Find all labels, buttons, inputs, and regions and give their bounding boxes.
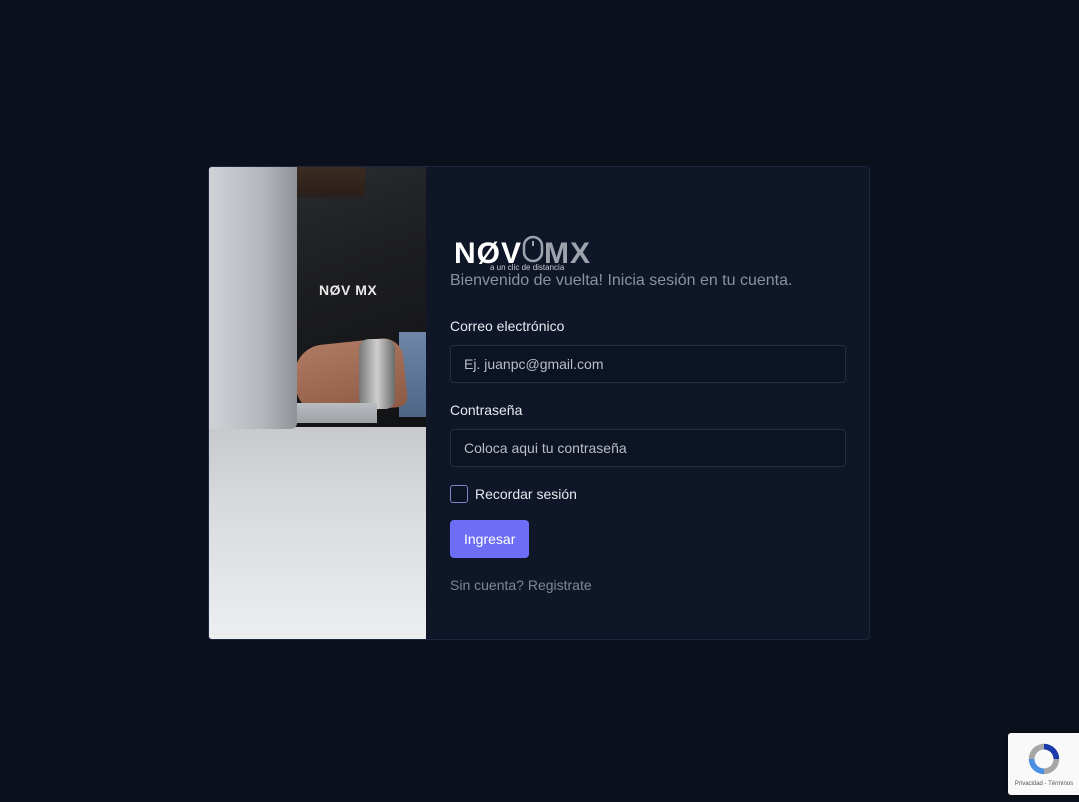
vest-logo: NØV MX (319, 282, 378, 298)
password-label: Contraseña (450, 402, 523, 418)
logo-tagline: a un clic de distancia (490, 263, 565, 272)
hero-photo: NØV MX (209, 167, 426, 639)
photo-desk (209, 429, 426, 639)
login-form: NØV MX a un clic de distancia Bienvenido… (426, 167, 869, 639)
remember-label[interactable]: Recordar sesión (475, 486, 577, 502)
password-field[interactable] (450, 429, 846, 467)
recaptcha-icon (1028, 743, 1060, 775)
photo-beard (285, 167, 365, 197)
register-link[interactable]: Sin cuenta? Registrate (450, 577, 846, 593)
photo-laptop (209, 167, 297, 429)
photo-keyboard (297, 403, 377, 423)
photo-watch (359, 339, 395, 409)
login-button[interactable]: Ingresar (450, 520, 530, 558)
email-field[interactable] (450, 345, 846, 383)
recaptcha-terms[interactable]: Privacidad - Términos (1015, 781, 1073, 787)
welcome-text: Bienvenido de vuelta! Inicia sesión en t… (450, 272, 793, 289)
remember-row: Recordar sesión (450, 485, 846, 503)
brand-logo: NØV MX a un clic de distancia (454, 225, 846, 272)
email-label: Correo electrónico (450, 318, 565, 334)
login-card: NØV MX NØV MX a un clic de distancia Bie… (208, 166, 870, 640)
recaptcha-badge[interactable]: Privacidad - Términos (1008, 733, 1079, 795)
remember-checkbox[interactable] (450, 485, 468, 503)
